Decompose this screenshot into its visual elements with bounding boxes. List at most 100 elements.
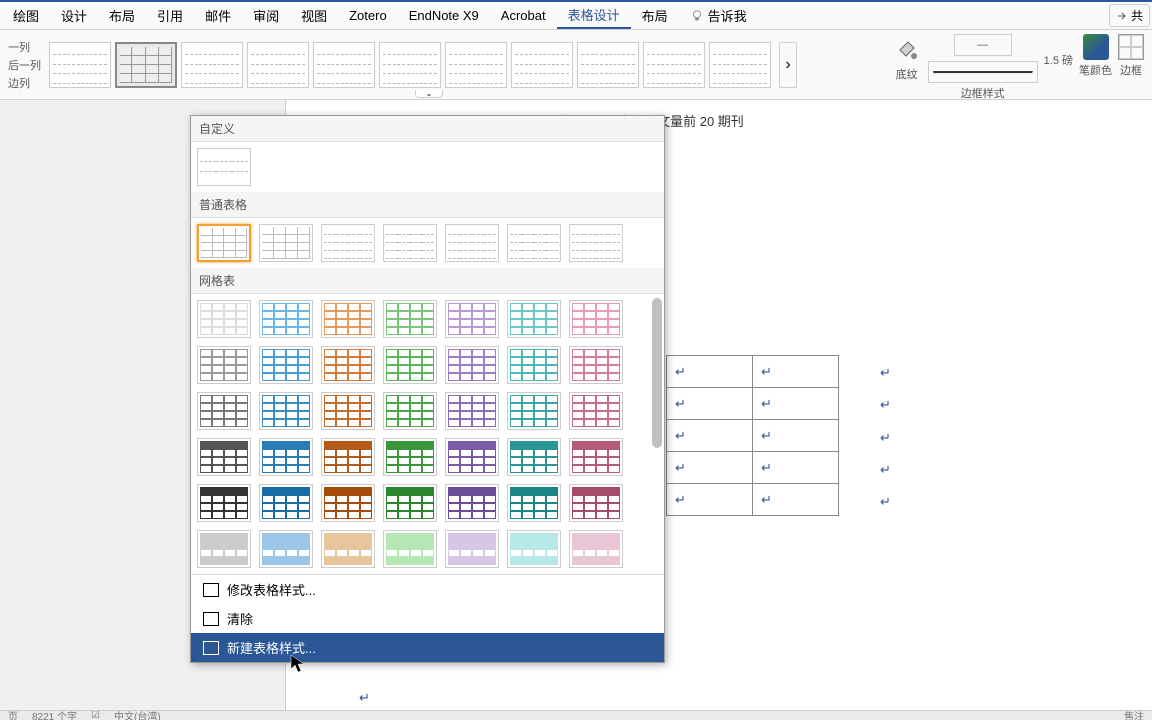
dd-grid-style-5-6[interactable] xyxy=(569,530,623,568)
dd-grid-style-2-0[interactable] xyxy=(197,392,251,430)
table-cell[interactable]: ↵ xyxy=(753,356,839,388)
menu-mail[interactable]: 邮件 xyxy=(194,2,242,29)
dd-grid-style-2-1[interactable] xyxy=(259,392,313,430)
dd-grid-style-4-2[interactable] xyxy=(321,484,375,522)
dd-grid-style-1-5[interactable] xyxy=(507,346,561,384)
menu-view[interactable]: 视图 xyxy=(290,2,338,29)
table-cell[interactable]: ↵ xyxy=(667,452,753,484)
table-cell[interactable]: ↵ xyxy=(667,420,753,452)
table-style-2[interactable] xyxy=(115,42,177,88)
menu-endnote[interactable]: EndNote X9 xyxy=(398,2,490,29)
dd-grid-style-2-6[interactable] xyxy=(569,392,623,430)
dd-grid-style-4-4[interactable] xyxy=(445,484,499,522)
dd-grid-style-3-5[interactable] xyxy=(507,438,561,476)
table-cell[interactable]: ↵ xyxy=(667,356,753,388)
shading-tool[interactable]: 底纹 xyxy=(892,34,922,82)
table-style-7[interactable] xyxy=(445,42,507,88)
dd-grid-style-0-5[interactable] xyxy=(507,300,561,338)
gallery-dropdown-tab[interactable]: ⌄ xyxy=(415,90,443,98)
dd-grid-style-3-6[interactable] xyxy=(569,438,623,476)
status-focus[interactable]: 焦注 xyxy=(1124,710,1144,720)
dd-grid-style-5-0[interactable] xyxy=(197,530,251,568)
table-cell[interactable]: ↵ xyxy=(753,484,839,516)
dd-grid-style-2-3[interactable] xyxy=(383,392,437,430)
table-style-6[interactable] xyxy=(379,42,441,88)
status-spell-icon[interactable]: ☑ xyxy=(91,710,100,720)
table-style-1[interactable] xyxy=(49,42,111,88)
dd-grid-style-5-3[interactable] xyxy=(383,530,437,568)
opt-banded-col[interactable]: 边列 xyxy=(8,75,41,91)
dd-grid-style-4-0[interactable] xyxy=(197,484,251,522)
share-button[interactable]: 共 xyxy=(1109,4,1150,27)
dd-new-style[interactable]: 新建表格样式... xyxy=(191,633,664,662)
dd-plain-style-3[interactable] xyxy=(321,224,375,262)
table-style-11[interactable] xyxy=(709,42,771,88)
table-cell[interactable]: ↵ xyxy=(753,452,839,484)
dd-grid-style-3-1[interactable] xyxy=(259,438,313,476)
dd-plain-style-6[interactable] xyxy=(507,224,561,262)
dd-plain-style-1[interactable] xyxy=(197,224,251,262)
status-page[interactable]: 页 xyxy=(8,710,18,720)
dd-plain-style-5[interactable] xyxy=(445,224,499,262)
table-cell[interactable]: ↵ xyxy=(667,484,753,516)
opt-first-col[interactable]: 一列 xyxy=(8,39,41,55)
dd-grid-style-2-4[interactable] xyxy=(445,392,499,430)
menu-layout1[interactable]: 布局 xyxy=(98,2,146,29)
dd-grid-style-5-5[interactable] xyxy=(507,530,561,568)
dd-grid-style-1-2[interactable] xyxy=(321,346,375,384)
menu-acrobat[interactable]: Acrobat xyxy=(490,2,557,29)
dd-grid-style-3-3[interactable] xyxy=(383,438,437,476)
border-style-tool[interactable]: — 边框样式 xyxy=(928,34,1038,101)
dd-custom-style-1[interactable] xyxy=(197,148,251,186)
dd-plain-style-2[interactable] xyxy=(259,224,313,262)
pen-color-tool[interactable]: 笔颜色 xyxy=(1079,34,1112,78)
border-tool[interactable]: 边框 xyxy=(1118,34,1144,78)
table-style-5[interactable] xyxy=(313,42,375,88)
table-style-8[interactable] xyxy=(511,42,573,88)
menu-table-design[interactable]: 表格设计 xyxy=(557,2,631,29)
menu-references[interactable]: 引用 xyxy=(146,2,194,29)
dd-grid-style-5-2[interactable] xyxy=(321,530,375,568)
border-weight-display[interactable]: 1.5 磅 xyxy=(1044,52,1073,68)
dd-grid-style-3-2[interactable] xyxy=(321,438,375,476)
table-cell[interactable]: ↵ xyxy=(753,388,839,420)
menu-draw[interactable]: 绘图 xyxy=(2,2,50,29)
dd-grid-style-0-0[interactable] xyxy=(197,300,251,338)
menu-zotero[interactable]: Zotero xyxy=(338,2,398,29)
status-words[interactable]: 8221 个字 xyxy=(32,710,77,720)
table-cell[interactable]: ↵ xyxy=(753,420,839,452)
menu-design[interactable]: 设计 xyxy=(50,2,98,29)
dd-grid-style-5-1[interactable] xyxy=(259,530,313,568)
dd-grid-style-0-3[interactable] xyxy=(383,300,437,338)
dd-grid-style-5-4[interactable] xyxy=(445,530,499,568)
dd-grid-style-4-5[interactable] xyxy=(507,484,561,522)
dd-grid-style-0-6[interactable] xyxy=(569,300,623,338)
dd-grid-style-4-1[interactable] xyxy=(259,484,313,522)
table-style-10[interactable] xyxy=(643,42,705,88)
document-table[interactable]: ↵↵ ↵↵ ↵↵ ↵↵ ↵↵ xyxy=(666,355,839,516)
status-lang[interactable]: 中文(台湾) xyxy=(114,710,161,720)
dd-grid-style-0-4[interactable] xyxy=(445,300,499,338)
opt-last-col[interactable]: 后一列 xyxy=(8,57,41,73)
menu-review[interactable]: 审阅 xyxy=(242,2,290,29)
table-style-4[interactable] xyxy=(247,42,309,88)
gallery-expand-button[interactable]: › xyxy=(779,42,797,88)
dd-grid-style-1-3[interactable] xyxy=(383,346,437,384)
dd-grid-style-2-5[interactable] xyxy=(507,392,561,430)
dd-scrollbar[interactable] xyxy=(652,298,662,448)
dd-grid-style-2-2[interactable] xyxy=(321,392,375,430)
dd-grid-style-3-0[interactable] xyxy=(197,438,251,476)
dd-grid-style-4-6[interactable] xyxy=(569,484,623,522)
dd-grid-style-0-1[interactable] xyxy=(259,300,313,338)
dd-grid-style-1-6[interactable] xyxy=(569,346,623,384)
dd-grid-style-4-3[interactable] xyxy=(383,484,437,522)
dd-grid-style-1-1[interactable] xyxy=(259,346,313,384)
dd-modify-style[interactable]: 修改表格样式... xyxy=(191,575,664,604)
table-style-9[interactable] xyxy=(577,42,639,88)
menu-tell-me[interactable]: 告诉我 xyxy=(679,2,758,29)
dd-plain-style-4[interactable] xyxy=(383,224,437,262)
dd-grid-style-1-4[interactable] xyxy=(445,346,499,384)
table-cell[interactable]: ↵ xyxy=(667,388,753,420)
table-style-3[interactable] xyxy=(181,42,243,88)
dd-grid-style-1-0[interactable] xyxy=(197,346,251,384)
